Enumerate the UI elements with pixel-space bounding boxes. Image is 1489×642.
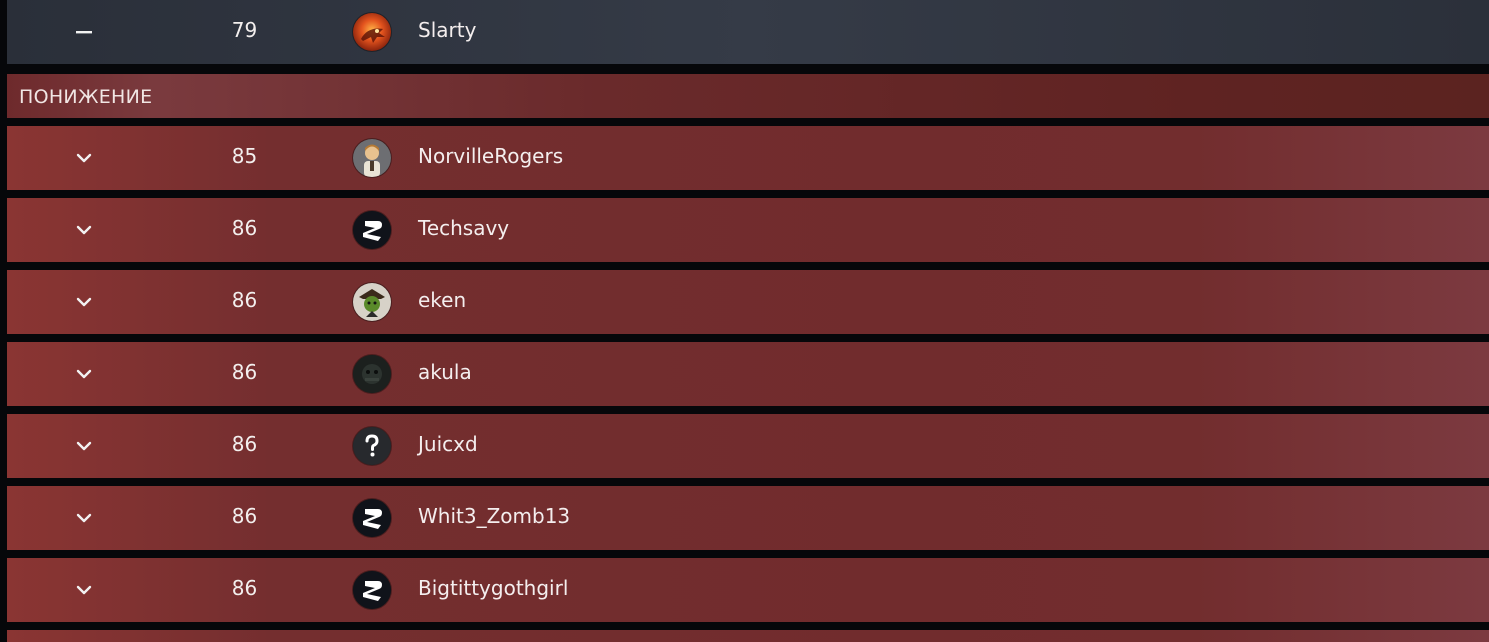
question-avatar[interactable] <box>353 427 391 465</box>
player-name[interactable]: Bigtittygothgirl <box>418 576 568 600</box>
chevron-down-icon <box>70 216 98 244</box>
player-row[interactable]: 86 akula <box>7 342 1489 406</box>
player-row-current[interactable]: 79 Slarty <box>7 0 1489 64</box>
logo-avatar[interactable] <box>353 499 391 537</box>
chevron-down-icon <box>70 504 98 532</box>
player-rank: 86 <box>231 504 258 528</box>
chevron-down-icon <box>70 432 98 460</box>
player-name[interactable]: Juicxd <box>418 432 478 456</box>
player-name[interactable]: Slarty <box>418 18 476 42</box>
logo-avatar[interactable] <box>353 211 391 249</box>
player-name[interactable]: NorvilleRogers <box>418 144 563 168</box>
player-rank: 86 <box>231 288 258 312</box>
character-avatar[interactable] <box>353 139 391 177</box>
player-rank: 86 <box>231 576 258 600</box>
player-row[interactable]: 86 eken <box>7 270 1489 334</box>
player-name[interactable]: Whit3_Zomb13 <box>418 504 570 528</box>
leaderboard: 79 Slarty ПОНИЖЕНИЕ 85 NorvilleRogers 86… <box>0 0 1489 642</box>
player-row[interactable]: 86 Whit3_Zomb13 <box>7 486 1489 550</box>
chevron-down-icon <box>70 288 98 316</box>
player-row[interactable]: 86 Juicxd <box>7 414 1489 478</box>
player-rank: 79 <box>231 18 258 42</box>
goblin-avatar[interactable] <box>353 283 391 321</box>
player-rank: 85 <box>231 144 258 168</box>
player-rank: 86 <box>231 216 258 240</box>
chevron-down-icon <box>70 576 98 604</box>
section-header-demotion: ПОНИЖЕНИЕ <box>7 74 1489 118</box>
player-name[interactable]: Techsavy <box>418 216 509 240</box>
dark-avatar[interactable] <box>353 355 391 393</box>
player-rank: 86 <box>231 360 258 384</box>
minus-icon <box>70 18 98 46</box>
logo-avatar[interactable] <box>353 571 391 609</box>
player-row-partial[interactable] <box>7 630 1489 642</box>
player-row[interactable]: 85 NorvilleRogers <box>7 126 1489 190</box>
player-rank: 86 <box>231 432 258 456</box>
chevron-down-icon <box>70 144 98 172</box>
player-row[interactable]: 86 Bigtittygothgirl <box>7 558 1489 622</box>
player-row[interactable]: 86 Techsavy <box>7 198 1489 262</box>
section-title: ПОНИЖЕНИЕ <box>19 86 153 108</box>
player-avatar[interactable] <box>353 13 391 51</box>
player-name[interactable]: akula <box>418 360 472 384</box>
chevron-down-icon <box>70 360 98 388</box>
player-name[interactable]: eken <box>418 288 466 312</box>
